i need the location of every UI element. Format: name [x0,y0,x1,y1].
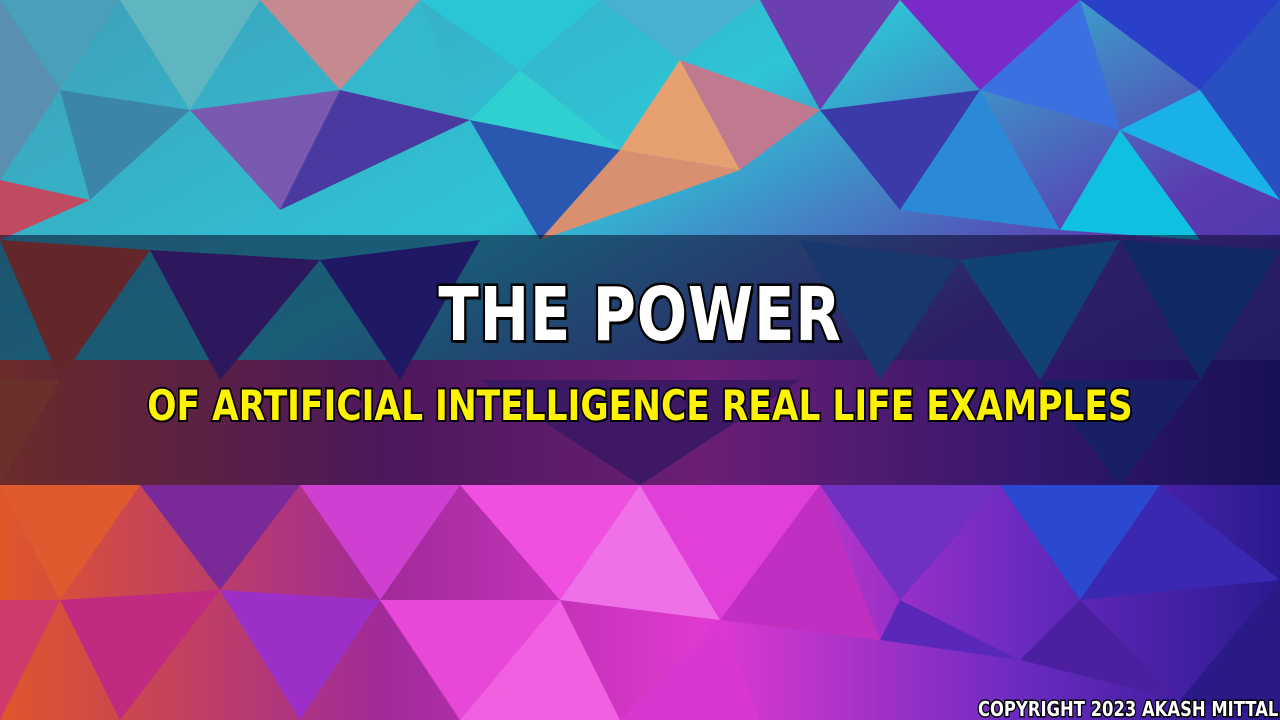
page-title: THE POWER [436,270,842,361]
copyright-notice: COPYRIGHT 2023 AKASH MITTAL [976,697,1279,720]
page-subtitle: OF ARTIFICIAL INTELLIGENCE REAL LIFE EXA… [146,379,1135,432]
thumbnail-canvas: THE POWER OF ARTIFICIAL INTELLIGENCE REA… [0,0,1280,720]
